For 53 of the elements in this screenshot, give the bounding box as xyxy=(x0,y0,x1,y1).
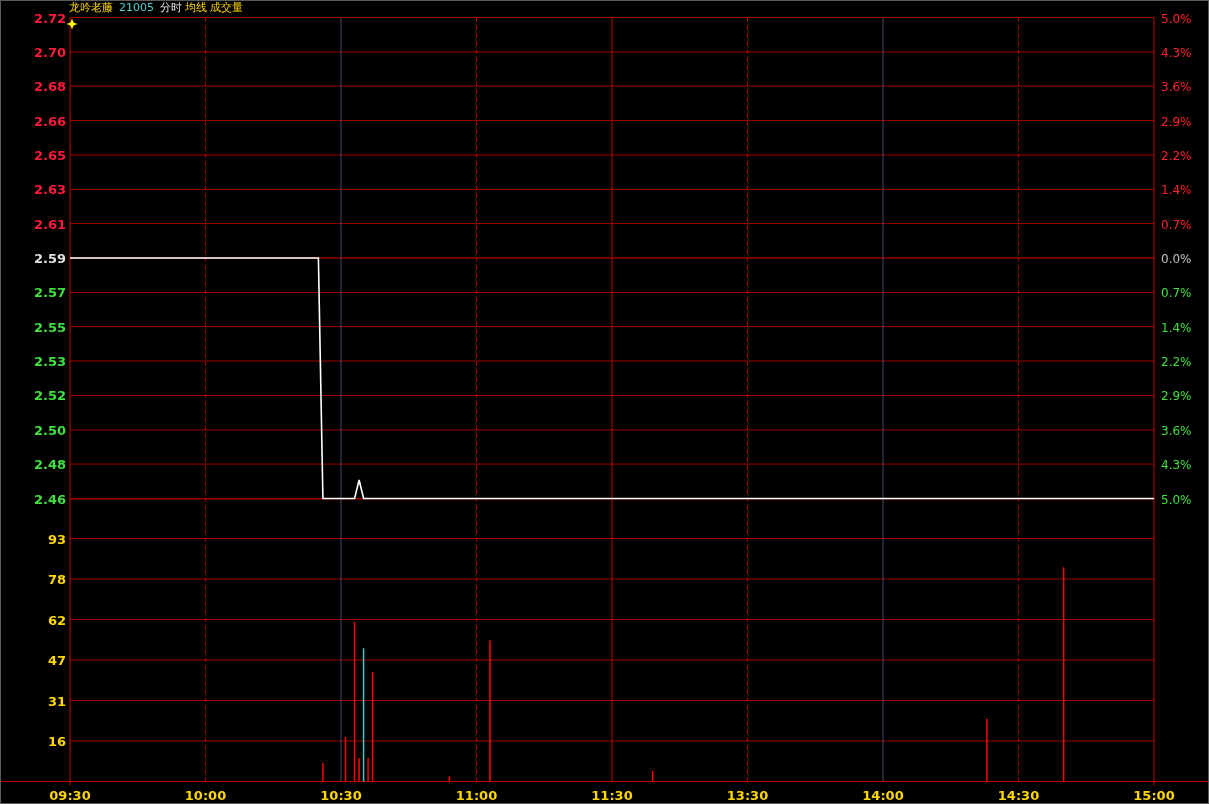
volume-axis-label: 31 xyxy=(47,693,66,709)
price-axis-label: 2.50 xyxy=(33,422,66,438)
price-axis-label: 2.63 xyxy=(33,182,66,198)
percent-axis-label: 1.4% xyxy=(1161,183,1192,198)
percent-axis-label: 0.7% xyxy=(1161,286,1192,301)
chart-mode-label: 分时 xyxy=(160,1,182,14)
time-axis-label: 10:00 xyxy=(184,787,227,803)
time-axis-label: 10:30 xyxy=(320,787,362,803)
time-axis-label: 14:00 xyxy=(862,787,904,803)
percent-axis-label: 3.6% xyxy=(1161,423,1192,438)
price-axis-label: 2.48 xyxy=(33,457,66,473)
volume-axis-label: 62 xyxy=(47,612,66,628)
percent-axis-label: 3.6% xyxy=(1161,80,1192,95)
stock-code: 21005 xyxy=(119,1,154,14)
volume-bar xyxy=(344,737,347,782)
percent-axis-label: 5.0% xyxy=(1161,492,1192,507)
volume-axis-label: 16 xyxy=(47,734,66,749)
percent-axis-label: 1.4% xyxy=(1161,320,1192,335)
average-line-label: 均线 xyxy=(185,1,207,14)
volume-bar xyxy=(448,776,451,782)
time-axis-label: 15:00 xyxy=(1133,787,1175,803)
percent-axis-label: 0.0% xyxy=(1161,252,1192,266)
price-axis-label: 2.52 xyxy=(33,388,66,404)
percent-axis-label: 4.3% xyxy=(1161,45,1192,60)
price-axis-label: 2.70 xyxy=(33,44,66,60)
price-axis-label: 2.55 xyxy=(33,319,66,335)
percent-axis-label: 2.2% xyxy=(1161,148,1192,163)
percent-axis-label: 5.0% xyxy=(1161,14,1192,26)
time-axis-label: 13:30 xyxy=(726,787,769,803)
time-axis-label: 11:30 xyxy=(591,787,633,803)
volume-axis-label: 93 xyxy=(47,531,66,547)
percent-axis-label: 2.2% xyxy=(1161,355,1192,370)
time-axis-label: 14:30 xyxy=(997,787,1040,803)
time-axis-label: 09:30 xyxy=(49,787,91,803)
price-axis-label: 2.61 xyxy=(33,216,66,232)
percent-axis-label: 4.3% xyxy=(1161,458,1192,473)
price-axis-label: 2.57 xyxy=(33,285,66,301)
percent-axis-label: 2.9% xyxy=(1161,114,1192,129)
percent-axis-label: 2.9% xyxy=(1161,389,1192,404)
price-axis-label: 2.65 xyxy=(33,147,66,163)
price-axis-label: 2.59 xyxy=(33,251,66,266)
price-axis-label: 2.66 xyxy=(33,113,66,129)
price-axis-label: 2.53 xyxy=(33,354,66,370)
stock-name: 龙吟老藤 xyxy=(69,1,113,14)
price-axis-label: 2.46 xyxy=(33,491,66,507)
sparkle-icon xyxy=(66,18,78,30)
volume-axis-label: 47 xyxy=(47,653,66,668)
percent-axis-label: 0.7% xyxy=(1161,217,1192,232)
price-axis-label: 2.68 xyxy=(33,79,66,95)
volume-label: 成交量 xyxy=(210,1,243,14)
time-axis-label: 11:00 xyxy=(455,787,498,803)
volume-bar xyxy=(651,771,654,782)
volume-axis-label: 78 xyxy=(47,572,66,587)
